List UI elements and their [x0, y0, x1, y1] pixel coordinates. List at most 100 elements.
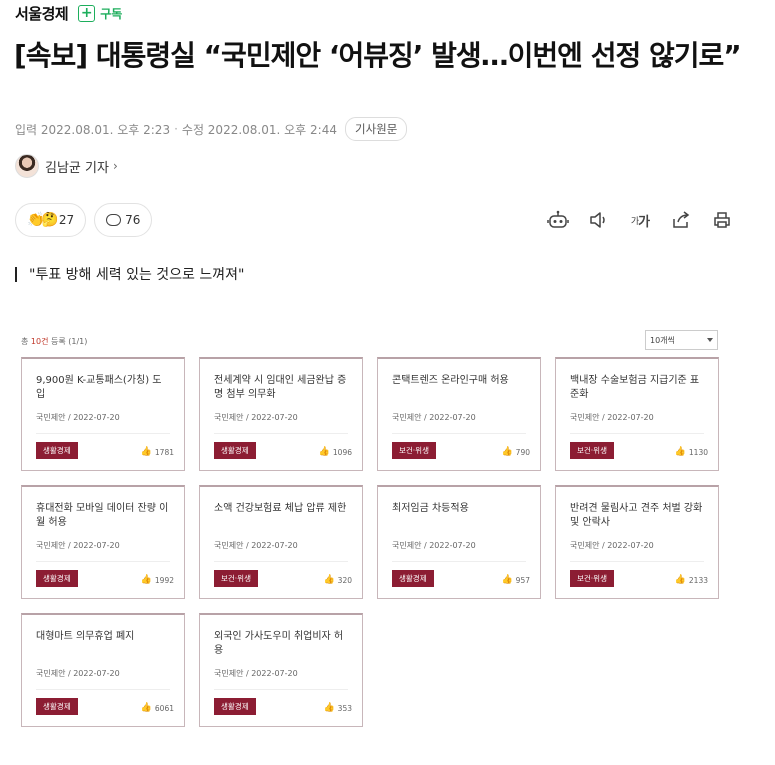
thumbs-up-icon: 👍 — [674, 575, 686, 585]
card-divider — [570, 433, 704, 434]
proposal-card[interactable]: 9,900원 K-교통패스(가칭) 도입 국민제안 / 2022-07-20 생활경… — [21, 357, 185, 471]
subheading-quote: "투표 방해 세력 있는 것으로 느껴져" — [15, 264, 244, 284]
per-page-select[interactable]: 10개씩 — [645, 330, 718, 350]
proposal-meta: 국민제안 / 2022-07-20 — [36, 669, 120, 678]
thumbs-up-icon: 👍 — [140, 575, 152, 585]
summary-prefix: 총 — [21, 337, 31, 346]
proposal-meta: 국민제안 / 2022-07-20 — [214, 541, 298, 550]
like-count-value: 1096 — [332, 447, 352, 457]
press-header: 서울경제 + 구독 — [15, 2, 122, 24]
clap-emoji-icon: 👏🤔 — [27, 212, 59, 228]
summary-suffix: 등록 (1/1) — [48, 337, 88, 346]
category-tag: 생활경제 — [214, 698, 256, 715]
proposal-title: 전세계약 시 임대인 세금완납 증명 첨부 의무화 — [214, 375, 347, 400]
thumbs-up-icon: 👍 — [674, 447, 686, 457]
speaker-icon[interactable] — [586, 208, 612, 232]
proposal-card[interactable]: 외국인 가사도우미 취업비자 허용국민제안 / 2022-07-20 생활경제 👍 3… — [199, 613, 363, 727]
thumbs-up-icon: 👍 — [140, 703, 152, 713]
proposal-meta: 국민제안 / 2022-07-20 — [36, 541, 120, 550]
proposal-card[interactable]: 소액 건강보험료 체납 압류 제한 국민제안 / 2022-07-20 보건·위생 👍… — [199, 485, 363, 599]
article-headline: [속보] 대통령실 “국민제안 ‘어뷰징’ 발생…이번엔 선정 않기로” — [14, 39, 742, 72]
proposal-grid: 9,900원 K-교통패스(가칭) 도입국민제안 / 2022-07-20 생활경… — [21, 357, 719, 727]
card-divider — [36, 561, 170, 562]
proposal-card[interactable]: 전세계약 시 임대인 세금완납 증명 첨부 의무화국민제안 / 2022-07-… — [199, 357, 363, 471]
robot-icon[interactable] — [545, 208, 571, 232]
press-name[interactable]: 서울경제 — [15, 3, 69, 24]
like-count-value: 1992 — [154, 575, 174, 585]
subscribe-button[interactable]: + 구독 — [78, 4, 123, 22]
font-size-icon[interactable]: 가가 — [627, 208, 653, 232]
like-count[interactable]: 👍 957 — [501, 575, 530, 585]
proposal-card[interactable]: 최저임금 차등적용 국민제안 / 2022-07-20 생활경제 👍 957 — [377, 485, 541, 599]
date-separator: · — [174, 122, 178, 136]
like-count-value: 790 — [515, 447, 530, 457]
proposal-card[interactable]: 백내장 수술보험금 지급기준 표준화 국민제안 / 2022-07-20 보건·위생… — [555, 357, 719, 471]
per-page-value: 10개씩 — [650, 335, 675, 345]
like-count-value: 1130 — [688, 447, 708, 457]
share-icon[interactable] — [668, 208, 694, 232]
like-count[interactable]: 👍 1781 — [141, 447, 174, 457]
chevron-right-icon: › — [112, 159, 118, 173]
like-count-value: 320 — [337, 575, 352, 585]
proposal-title: 대형마트 의무휴업 폐지 — [36, 631, 135, 642]
proposal-title: 9,900원 K-교통패스(가칭) 도입 — [36, 375, 162, 400]
author-link[interactable]: 김남균 기자 › — [15, 154, 118, 178]
published-date: 입력 2022.08.01. 오후 2:23 — [15, 122, 171, 137]
proposal-card[interactable]: 콘택트렌즈 온라인구매 허용 국민제안 / 2022-07-20 보건·위생 👍 790 — [377, 357, 541, 471]
card-divider — [214, 433, 348, 434]
comment-button[interactable]: 76 — [94, 203, 153, 237]
proposal-card[interactable]: 휴대전화 모바일 데이터 잔량 이월 허용국민제안 / 2022-07-20 생활… — [21, 485, 185, 599]
reaction-button[interactable]: 👏🤔 27 — [15, 203, 87, 237]
updated-date: 수정 2022.08.01. 오후 2:44 — [181, 122, 337, 137]
proposal-card[interactable]: 반려견 물림사고 견주 처벌 강화 및 안락사 국민제안 / 2022-07-20… — [555, 485, 719, 599]
category-tag: 보건·위생 — [214, 570, 258, 587]
proposal-meta: 국민제안 / 2022-07-20 — [214, 669, 298, 678]
like-count-value: 353 — [337, 703, 352, 713]
font-size-small-label: 가 — [630, 216, 639, 227]
author-name: 김남균 기자 — [45, 160, 109, 176]
card-divider — [36, 689, 170, 690]
proposal-card[interactable]: 대형마트 의무휴업 폐지국민제안 / 2022-07-20 생활경제 👍 6061 — [21, 613, 185, 727]
thumbs-up-icon: 👍 — [323, 703, 335, 713]
category-tag: 생활경제 — [214, 442, 256, 459]
speech-bubble-icon — [106, 214, 122, 226]
like-count[interactable]: 👍 790 — [501, 447, 530, 457]
like-count[interactable]: 👍 6061 — [141, 703, 174, 713]
thumbs-up-icon: 👍 — [501, 447, 513, 457]
comment-count: 76 — [125, 213, 141, 227]
proposal-meta: 국민제안 / 2022-07-20 — [392, 413, 476, 422]
chevron-down-icon — [707, 338, 713, 342]
print-icon[interactable] — [709, 208, 735, 232]
proposal-title: 반려견 물림사고 견주 처벌 강화 및 안락사 — [570, 503, 703, 528]
category-tag: 생활경제 — [36, 698, 78, 715]
like-count[interactable]: 👍 353 — [323, 703, 352, 713]
card-divider — [392, 561, 526, 562]
category-tag: 보건·위생 — [570, 570, 614, 587]
like-count-value: 2133 — [688, 575, 708, 585]
like-count[interactable]: 👍 320 — [323, 575, 352, 585]
proposal-meta: 국민제안 / 2022-07-20 — [570, 413, 654, 422]
category-tag: 생활경제 — [36, 442, 78, 459]
reaction-count: 27 — [58, 213, 75, 227]
category-tag: 생활경제 — [36, 570, 78, 587]
proposal-title: 외국인 가사도우미 취업비자 허용 — [214, 631, 344, 656]
proposal-meta: 국민제안 / 2022-07-20 — [214, 413, 298, 422]
like-count[interactable]: 👍 1130 — [675, 447, 708, 457]
article-tools: 가가 — [545, 208, 750, 232]
font-size-big-label: 가 — [638, 214, 650, 230]
thumbs-up-icon: 👍 — [501, 575, 513, 585]
proposal-title: 휴대전화 모바일 데이터 잔량 이월 허용 — [36, 503, 169, 528]
list-summary: 총 10건 등록 (1/1) — [21, 336, 87, 347]
proposal-title: 백내장 수술보험금 지급기준 표준화 — [570, 375, 700, 400]
thumbs-up-icon: 👍 — [140, 447, 152, 457]
reaction-bar: 👏🤔 27 76 — [15, 203, 160, 237]
subscribe-label: 구독 — [100, 6, 123, 21]
proposal-meta: 국민제안 / 2022-07-20 — [392, 541, 476, 550]
like-count[interactable]: 👍 2133 — [675, 575, 708, 585]
author-avatar — [15, 154, 39, 178]
plus-icon: + — [78, 4, 96, 22]
like-count[interactable]: 👍 1096 — [319, 447, 352, 457]
original-article-button[interactable]: 기사원문 — [344, 117, 408, 141]
card-divider — [36, 433, 170, 434]
like-count[interactable]: 👍 1992 — [141, 575, 174, 585]
